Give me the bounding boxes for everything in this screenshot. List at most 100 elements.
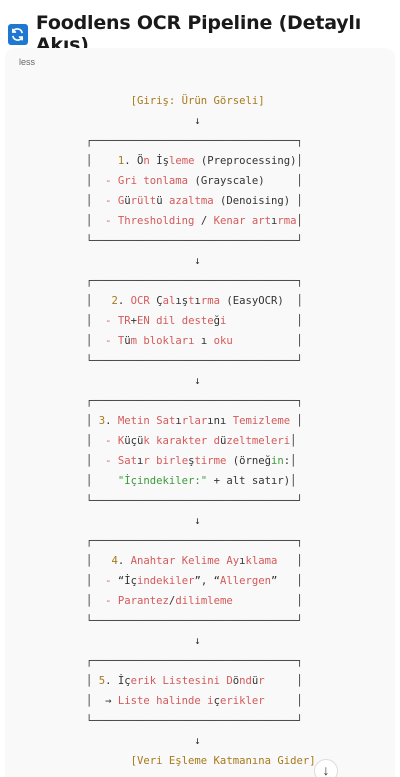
code-token: ↓: [86, 255, 201, 267]
code-token: EN dil deste: [137, 315, 214, 327]
code-token: │: [232, 335, 303, 347]
code-token: - Parantez: [105, 595, 169, 607]
code-token: Metin Sat: [117, 415, 176, 427]
code-token: al: [162, 295, 176, 307]
code-token: ┌────────────────────────────────┐: [86, 135, 303, 147]
arrow-down-icon: ↓: [322, 762, 330, 777]
code-token: └────────────────────────────────┘: [86, 235, 303, 247]
code-token: │: [86, 175, 106, 187]
code-token: ↓: [86, 115, 201, 127]
scroll-down-button[interactable]: ↓: [314, 759, 338, 777]
code-token: :│: [283, 455, 297, 467]
code-line: ↓: [86, 631, 316, 651]
code-token: │: [290, 435, 297, 447]
code-token: + alt satır)│: [207, 475, 297, 487]
code-line: │ - Parantez/dilimleme │: [86, 591, 316, 611]
code-token: .: [117, 555, 131, 567]
code-token: nd: [239, 675, 252, 687]
code-token: ”, “: [194, 575, 220, 587]
code-token: dilimleme: [175, 595, 233, 607]
code-line: ↓: [86, 371, 316, 391]
code-token: Anahtar Kelime Ay: [130, 555, 240, 567]
code-token: - G: [105, 195, 125, 207]
code-token: zeltmeleri: [226, 435, 291, 447]
code-token: │: [86, 415, 99, 427]
code-token: Allergen: [219, 575, 271, 587]
code-token: │: [86, 315, 106, 327]
code-line: ↓: [86, 251, 316, 271]
code-token: ını: [207, 415, 227, 427]
code-token: ı: [194, 335, 214, 347]
code-token: ┌────────────────────────────────┐: [86, 655, 303, 667]
code-line: │ 3. Metin Satırlarını Temizleme │: [86, 411, 316, 431]
code-token: "İçindekiler:": [117, 475, 208, 487]
code-token: “İç: [117, 575, 138, 587]
code-token: (Grayscale) │: [188, 175, 303, 187]
code-line: ↓: [86, 511, 316, 531]
code-token: │: [226, 315, 303, 327]
code-token: │: [86, 575, 106, 587]
code-token: [Giriş: Ürün Görseli]: [86, 95, 265, 107]
code-token: │: [264, 675, 303, 687]
code-token: Ç: [149, 295, 163, 307]
code-token: - Thresholding: [105, 215, 195, 227]
code-token: erik Listesini D: [130, 675, 233, 687]
code-token: - TR: [105, 315, 131, 327]
code-token: │: [86, 295, 112, 307]
code-token: .: [105, 415, 118, 427]
code-token: - K: [105, 435, 125, 447]
code-token: .: [117, 295, 131, 307]
code-line: │ - TR+EN dil desteği │: [86, 311, 316, 331]
code-token: erikler: [219, 695, 265, 707]
code-token: │: [232, 595, 303, 607]
code-token: ış: [175, 295, 189, 307]
code-line: └────────────────────────────────┘: [86, 231, 316, 251]
code-token: (Denoising) │: [213, 195, 303, 207]
code-token: leme: [168, 155, 195, 167]
code-line: │ 4. Anahtar Kelime Ayıklama │: [86, 551, 316, 571]
code-token: k karakter d: [143, 435, 220, 447]
code-line: ┌────────────────────────────────┐: [86, 391, 316, 411]
code-token: │: [86, 195, 106, 207]
code-token: │: [264, 695, 303, 707]
code-content: [Giriş: Ürün Görseli] ↓ ┌────────────────…: [86, 91, 316, 771]
code-line: ┌────────────────────────────────┐: [86, 271, 316, 291]
code-token: │: [86, 555, 112, 567]
code-token: │: [86, 435, 106, 447]
code-token: ┌────────────────────────────────┐: [86, 395, 303, 407]
code-token: üçü: [124, 435, 144, 447]
code-token: rma: [277, 215, 297, 227]
code-line: └────────────────────────────────┘: [86, 351, 316, 371]
code-line: │ - Küçük karakter düzeltmeleri│: [86, 431, 316, 451]
code-token: - Gri tonlama: [105, 175, 189, 187]
code-token: tirme: [194, 455, 227, 467]
code-token: │: [86, 335, 106, 347]
code-token: Liste halinde i: [117, 695, 214, 707]
code-line: │ - Gürültü azaltma (Denoising) │: [86, 191, 316, 211]
code-token: azaltma: [162, 195, 214, 207]
code-token: ” │: [271, 575, 303, 587]
code-token: - Sat: [105, 455, 138, 467]
code-line: ┌────────────────────────────────┐: [86, 131, 316, 151]
code-token: │ →: [86, 695, 118, 707]
code-line: │ - Gri tonlama (Grayscale) │: [86, 171, 316, 191]
code-token: │: [86, 215, 106, 227]
code-language-label: less: [19, 57, 36, 67]
code-line: ↓: [86, 731, 316, 751]
code-token: └────────────────────────────────┘: [86, 715, 303, 727]
code-line: ↓: [86, 111, 316, 131]
code-token: (örneğ: [226, 455, 272, 467]
code-token: m blokları: [130, 335, 195, 347]
code-line: │ 5. İçerik Listesini Döndür │: [86, 671, 316, 691]
code-token: in: [271, 455, 284, 467]
code-token: rlar: [181, 415, 208, 427]
refresh-icon: [8, 23, 28, 45]
code-token: │: [86, 155, 118, 167]
code-token: │: [277, 555, 303, 567]
code-token: - T: [105, 335, 125, 347]
code-token: İş: [149, 155, 169, 167]
code-token: ↓: [86, 735, 201, 747]
code-token: OCR: [130, 295, 150, 307]
code-token: │: [86, 595, 106, 607]
code-token: │: [86, 675, 99, 687]
